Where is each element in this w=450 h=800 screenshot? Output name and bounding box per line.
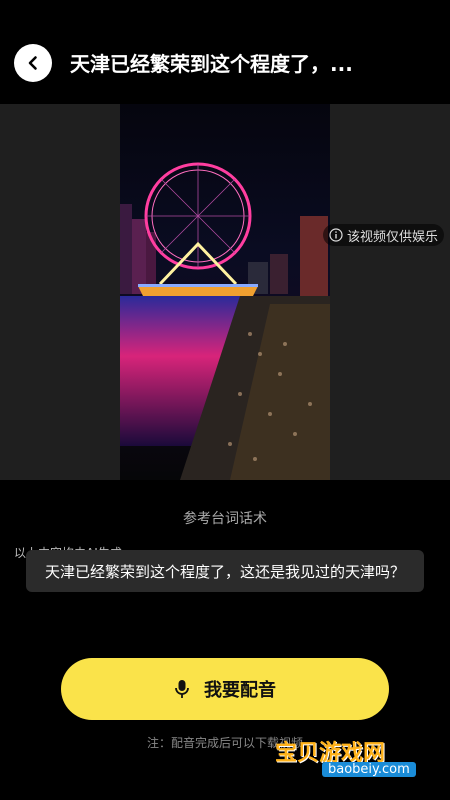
watermark-url: baobeiy.com bbox=[322, 762, 416, 777]
page-title: 天津已经繁荣到这个程度了，... bbox=[70, 52, 353, 76]
info-icon bbox=[329, 228, 343, 242]
microphone-icon bbox=[175, 680, 189, 698]
video-thumbnail-image bbox=[120, 162, 330, 480]
script-text: 天津已经繁荣到这个程度了，这还是我见过的天津吗？ bbox=[44, 562, 405, 581]
header-bar: 天津已经繁荣到这个程度了，... bbox=[0, 0, 450, 110]
entertainment-notice-text: 该视频仅供娱乐 bbox=[346, 229, 438, 245]
script-label: 参考台词话术 bbox=[183, 511, 267, 527]
dub-button-label: 我要配音 bbox=[204, 680, 276, 701]
dub-button[interactable]: 我要配音 bbox=[61, 658, 389, 720]
back-button[interactable] bbox=[14, 44, 52, 82]
video-frame[interactable] bbox=[120, 104, 330, 480]
script-text-box: 天津已经繁荣到这个程度了，这还是我见过的天津吗？ bbox=[26, 550, 424, 592]
entertainment-notice: 该视频仅供娱乐 bbox=[322, 224, 444, 246]
video-player[interactable]: 该视频仅供娱乐 以上内容均由AI生成 bbox=[0, 104, 450, 560]
chevron-left-icon bbox=[28, 56, 37, 70]
